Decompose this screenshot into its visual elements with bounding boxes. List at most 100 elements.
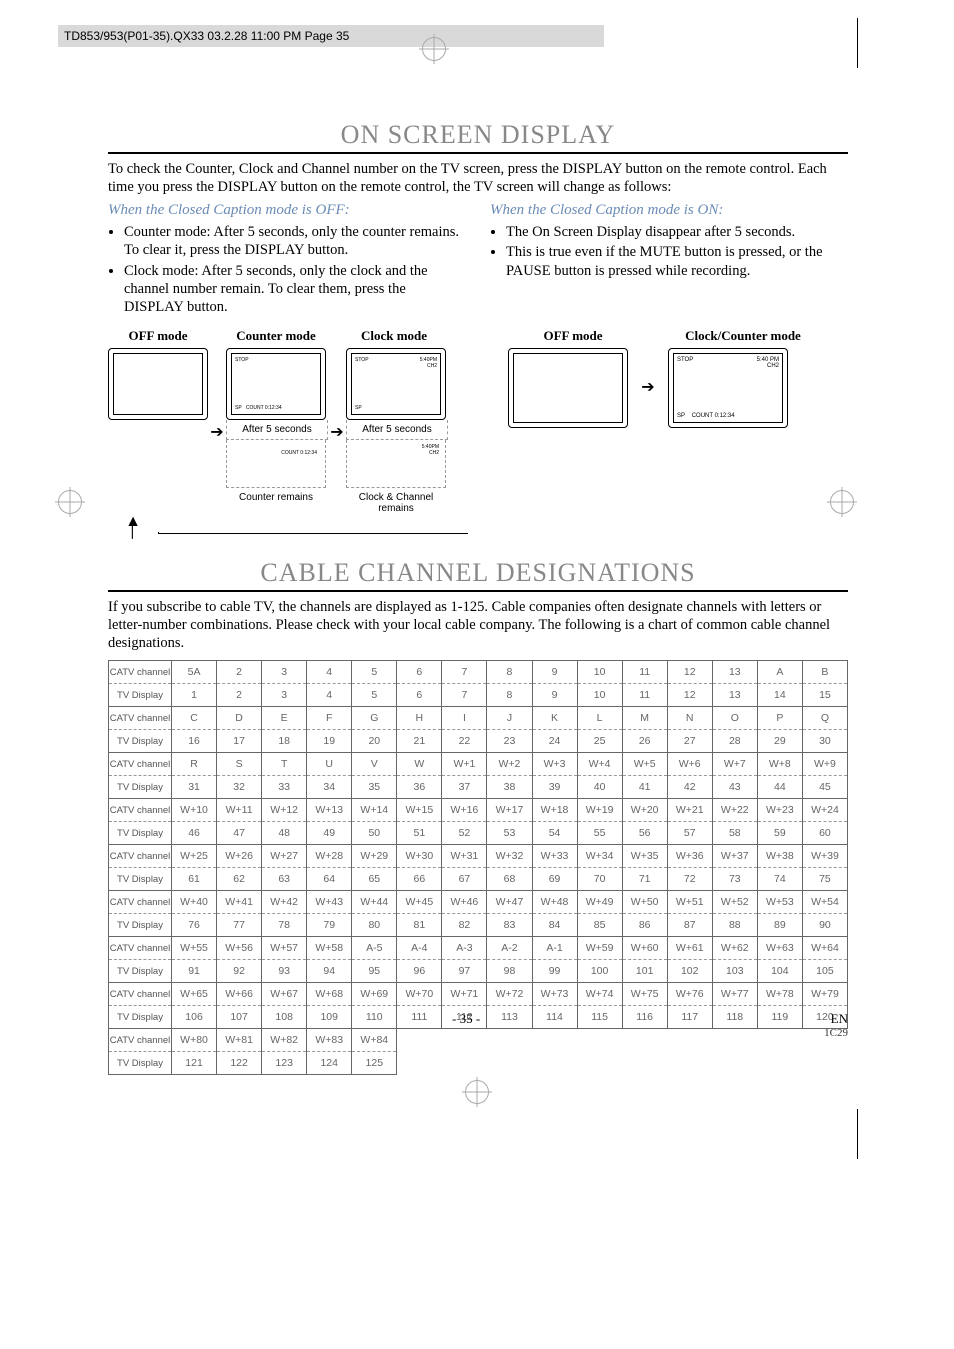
- catv-cell: 11: [622, 661, 667, 684]
- catv-cell: W+8: [757, 753, 802, 776]
- tvd-cell: 74: [757, 868, 802, 891]
- tvd-cell: 32: [217, 776, 262, 799]
- catv-cell: W+24: [802, 799, 847, 822]
- catv-cell: W+18: [532, 799, 577, 822]
- catv-cell: W+39: [802, 845, 847, 868]
- catv-cell: W+3: [532, 753, 577, 776]
- tvd-cell: 71: [622, 868, 667, 891]
- catv-cell: W+78: [757, 983, 802, 1006]
- doc-code: 1C29: [824, 1027, 848, 1039]
- tvd-cell: 104: [757, 960, 802, 983]
- catv-cell: W+45: [397, 891, 442, 914]
- catv-cell: T: [262, 753, 307, 776]
- catv-cell: W+33: [532, 845, 577, 868]
- tvd-cell: 99: [532, 960, 577, 983]
- tvd-cell: 22: [442, 730, 487, 753]
- registration-mark-icon: [422, 37, 446, 61]
- tv-clockcounter: STOP 5:40 PM CH2 SP COUNT 0:12:34: [668, 348, 788, 428]
- tvd-cell: 93: [262, 960, 307, 983]
- catv-cell: 5: [352, 661, 397, 684]
- diag-label-clockcounter: Clock/Counter mode: [668, 328, 818, 344]
- tvd-cell: 89: [757, 914, 802, 937]
- catv-cell: W+50: [622, 891, 667, 914]
- catv-cell: O: [712, 707, 757, 730]
- catv-cell: A: [757, 661, 802, 684]
- catv-cell: W+57: [262, 937, 307, 960]
- tvd-cell: 86: [622, 914, 667, 937]
- catv-cell: W+62: [712, 937, 757, 960]
- tvd-cell: 19: [307, 730, 352, 753]
- tvd-cell: 2: [217, 684, 262, 707]
- catv-cell: W+72: [487, 983, 532, 1006]
- tvd-cell: 26: [622, 730, 667, 753]
- catv-cell: W+54: [802, 891, 847, 914]
- tvd-cell: 54: [532, 822, 577, 845]
- catv-cell: W+59: [577, 937, 622, 960]
- tvd-cell: 42: [667, 776, 712, 799]
- divider: [108, 152, 848, 154]
- tvd-cell: 43: [712, 776, 757, 799]
- catv-cell: B: [802, 661, 847, 684]
- tvd-cell: 69: [532, 868, 577, 891]
- tvd-cell: 85: [577, 914, 622, 937]
- catv-cell: W+49: [577, 891, 622, 914]
- catv-cell: 12: [667, 661, 712, 684]
- tvd-cell: 52: [442, 822, 487, 845]
- catv-cell: W+40: [172, 891, 217, 914]
- osd-stop: STOP: [677, 357, 693, 369]
- tvd-cell: 66: [397, 868, 442, 891]
- catv-cell: H: [397, 707, 442, 730]
- tvd-cell: 76: [172, 914, 217, 937]
- crop-mark: [857, 18, 858, 68]
- catv-cell: W+56: [217, 937, 262, 960]
- tvd-cell: 4: [307, 684, 352, 707]
- catv-cell: W+11: [217, 799, 262, 822]
- catv-cell: S: [217, 753, 262, 776]
- tvd-cell: 36: [397, 776, 442, 799]
- arrow-up-icon: ▲│: [108, 518, 158, 534]
- catv-cell: 6: [397, 661, 442, 684]
- row-label-catv: CATV channel: [109, 707, 172, 730]
- row-label-tvd: TV Display: [109, 822, 172, 845]
- catv-cell: E: [262, 707, 307, 730]
- tvd-cell: 44: [757, 776, 802, 799]
- tvd-cell: 122: [217, 1052, 262, 1075]
- catv-cell: 8: [487, 661, 532, 684]
- catv-cell: W+58: [307, 937, 352, 960]
- catv-cell: W+60: [622, 937, 667, 960]
- section-title: ON SCREEN DISPLAY: [108, 120, 848, 150]
- tvd-cell: 101: [622, 960, 667, 983]
- catv-cell: 13: [712, 661, 757, 684]
- catv-cell: W+77: [712, 983, 757, 1006]
- tvd-cell: 58: [712, 822, 757, 845]
- tvd-cell: 17: [217, 730, 262, 753]
- subhead-cc-off: When the Closed Caption mode is OFF:: [108, 202, 466, 219]
- tvd-cell: 88: [712, 914, 757, 937]
- catv-cell: W+70: [397, 983, 442, 1006]
- tvd-cell: 27: [667, 730, 712, 753]
- counter-remains-label: Counter remains: [226, 488, 326, 507]
- catv-cell: W+71: [442, 983, 487, 1006]
- catv-cell: W+52: [712, 891, 757, 914]
- catv-cell: W+61: [667, 937, 712, 960]
- osd-sp: SP COUNT 0:12:34: [235, 405, 282, 411]
- catv-cell: W+28: [307, 845, 352, 868]
- catv-cell: F: [307, 707, 352, 730]
- after5-label: After 5 seconds: [346, 420, 448, 440]
- tvd-cell: 105: [802, 960, 847, 983]
- tvd-cell: 31: [172, 776, 217, 799]
- tvd-cell: 1: [172, 684, 217, 707]
- bullet: This is true even if the MUTE button is …: [506, 243, 848, 279]
- tvd-cell: 96: [397, 960, 442, 983]
- row-label-tvd: TV Display: [109, 960, 172, 983]
- catv-cell: D: [217, 707, 262, 730]
- row-label-tvd: TV Display: [109, 914, 172, 937]
- diag-label-clock: Clock mode: [344, 328, 444, 344]
- tvd-cell: 57: [667, 822, 712, 845]
- osd-ch-small: CH2: [429, 450, 439, 456]
- tvd-cell: 48: [262, 822, 307, 845]
- catv-cell: W+4: [577, 753, 622, 776]
- bullet: Clock mode: After 5 seconds, only the cl…: [124, 262, 466, 316]
- row-label-tvd: TV Display: [109, 730, 172, 753]
- tvd-cell: 25: [577, 730, 622, 753]
